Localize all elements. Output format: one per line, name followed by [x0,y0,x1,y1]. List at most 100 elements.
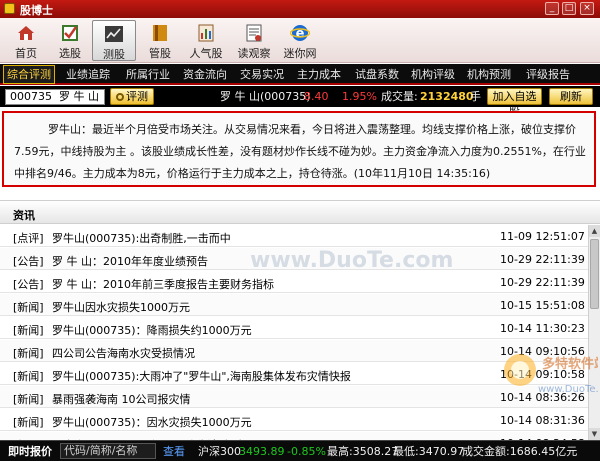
index-change: -0.85% [287,445,326,458]
news-title-link[interactable]: 罗牛山(000735):出奇制胜,一击而中 [52,230,231,246]
turnover-amount: 成交金额:1686.45亿元 [462,445,578,458]
news-title-link[interactable]: 罗 牛 山：2010年前三季度报告主要财务指标 [52,276,274,292]
news-title-link[interactable]: 罗牛山(000735)：因水灾损失1000万元 [52,414,252,430]
stock-name-code: 罗 牛 山(000735) [220,90,311,103]
maximize-button[interactable]: □ [562,2,576,15]
news-date: 10-14 08:36:26 [500,391,585,404]
news-date: 10-14 11:30:23 [500,322,585,335]
toolbar-item-popular-stock[interactable]: 人气股 [184,20,228,61]
tab-rating-report[interactable]: 评级报告 [526,67,570,83]
index-low: 最低:3470.97 [393,445,465,458]
magnifier-icon [116,93,124,101]
window-title: 股博士 [20,4,53,17]
news-type: [新闻] [13,347,44,360]
evaluate-button[interactable]: 评测 [110,88,154,105]
chart-line-icon [104,24,124,44]
news-type: [新闻] [13,301,44,314]
news-date: 11-09 12:51:07 [500,230,585,243]
news-type: [新闻] [13,393,44,406]
tab-institution-rating[interactable]: 机构评级 [411,67,455,83]
toolbar-item-test-stock[interactable]: 测股 [92,20,136,61]
quote-bar: 000735 罗 牛 山 评测 罗 牛 山(000735) 8.40 1.95%… [0,86,600,118]
tab-institution-forecast[interactable]: 机构预测 [467,67,511,83]
tab-performance-tracking[interactable]: 业绩追踪 [66,67,110,83]
news-row[interactable]: [新闻] 罗牛山(000735)：降雨损失约1000万元 10-14 11:30:2… [0,317,588,339]
news-row[interactable]: [公告] 罗 牛 山：2010年年度业绩预告 10-29 22:11:39 [0,248,588,270]
news-section-title: 资讯 [13,209,35,222]
stock-code-input[interactable]: 000735 罗 牛 山 [5,89,105,105]
document-icon [244,23,264,43]
index-name: 沪深300 [198,445,241,458]
volume-label: 成交量: [381,90,418,103]
news-date: 10-14 09:10:58 [500,368,585,381]
summary-text: 罗牛山：最近半个月倍受市场关注。从交易情况来看，今日将进入震荡整理。均线支撑价格… [14,123,586,180]
evaluation-summary: 罗牛山：最近半个月倍受市场关注。从交易情况来看，今日将进入震荡整理。均线支撑价格… [2,111,596,187]
news-title-link[interactable]: 罗牛山(000735):大雨冲了"罗牛山",海南股集体发布灾情快报 [52,368,351,384]
tab-comprehensive-eval[interactable]: 综合评测 [3,65,55,84]
news-date: 10-14 08:31:36 [500,414,585,427]
news-scrollbar[interactable]: ▲ ▼ [588,225,600,440]
scroll-up-icon[interactable]: ▲ [589,225,600,237]
tab-fund-flow[interactable]: 资金流向 [183,67,227,83]
news-title-link[interactable]: 四公司公告海南水灾受损情况 [52,345,195,361]
news-date: 10-29 22:11:39 [500,276,585,289]
news-title-link[interactable]: 罗牛山因水灾损失1000万元 [52,299,190,315]
news-type: [新闻] [13,416,44,429]
tab-trading-live[interactable]: 交易实况 [240,67,284,83]
news-row[interactable]: [新闻] 罗牛山因水灾损失1000万元 10-15 15:51:08 [0,294,588,316]
ie-icon: e [289,23,311,43]
news-date: 10-29 22:11:39 [500,253,585,266]
briefcase-icon [150,23,170,43]
status-bar: 即时报价 代码/简称/名称 查看 沪深300 3493.89 -0.85% 最高… [0,440,600,461]
toolbar-item-manage-stock[interactable]: 管股 [138,20,182,61]
news-row[interactable]: [新闻] 罗牛山(000735):大雨冲了"罗牛山",海南股集体发布灾情快报 10-… [0,363,588,385]
news-title-link[interactable]: 暴雨强袭海南 10公司报灾情 [52,391,191,407]
news-list: [点评] 罗牛山(000735):出奇制胜,一击而中 11-09 12:51:07[… [0,225,588,440]
tab-main-cost[interactable]: 主力成本 [297,67,341,83]
home-icon [16,23,36,43]
news-type: [公告] [13,255,44,268]
news-type: [公告] [13,278,44,291]
scroll-thumb[interactable] [590,239,599,309]
tab-trial-coefficient[interactable]: 试盘系数 [355,67,399,83]
minimize-button[interactable]: _ [545,2,559,15]
toolbar-item-select-stock[interactable]: 选股 [48,20,92,61]
app-logo-icon [4,3,15,14]
toolbar-item-read-observe[interactable]: 读观察 [232,20,276,61]
news-row[interactable]: [新闻] 罗牛山(000735)：因水灾损失1000万元 10-14 08:31:3… [0,409,588,431]
news-type: [新闻] [13,370,44,383]
news-title-link[interactable]: 罗牛山(000735)：降雨损失约1000万元 [52,322,252,338]
news-header: 资讯 [0,200,600,224]
stock-price: 8.40 [304,90,329,103]
instant-quote-label: 即时报价 [8,445,52,458]
news-row[interactable]: [新闻] 四公司公告海南水灾受损情况 10-14 09:10:56 [0,340,588,362]
news-type: [点评] [13,232,44,245]
toolbar-item-home[interactable]: 首页 [4,20,48,61]
main-toolbar: 首页 选股 测股 管股 人气股 读观察 e 迷你网 [0,18,600,63]
news-type: [新闻] [13,324,44,337]
title-bar: 股博士 _ □ × [0,0,600,18]
news-title-link[interactable]: 罗 牛 山：2010年年度业绩预告 [52,253,208,269]
news-date: 10-14 09:10:56 [500,345,585,358]
refresh-button[interactable]: 刷新 [549,88,593,105]
volume-value: 2132480 [420,90,474,103]
index-high: 最高:3508.27 [327,445,399,458]
add-to-watchlist-button[interactable]: 加入自选股 [487,88,542,118]
stock-change: 1.95% [342,90,377,103]
view-link[interactable]: 查看 [163,445,185,458]
function-tab-bar: 综合评测 业绩追踪 所属行业 资金流向 交易实况 主力成本 试盘系数 机构评级 … [0,64,600,85]
index-value: 3493.89 [239,445,285,458]
checkbox-icon [60,23,80,43]
volume-unit: 手 [470,90,481,103]
quick-search-input[interactable]: 代码/简称/名称 [60,443,156,459]
tab-industry[interactable]: 所属行业 [126,67,170,83]
close-button[interactable]: × [580,2,594,15]
bar-chart-icon [196,23,216,43]
news-row[interactable]: [公告] 罗 牛 山：2010年前三季度报告主要财务指标 10-29 22:11:3… [0,271,588,293]
news-row[interactable]: [新闻]罗牛山(000735)：逾2200头生猪"打水漂"10-14 08:24… [0,432,588,440]
news-row[interactable]: [点评] 罗牛山(000735):出奇制胜,一击而中 11-09 12:51:07 [0,225,588,247]
news-date: 10-15 15:51:08 [500,299,585,312]
news-row[interactable]: [新闻] 暴雨强袭海南 10公司报灾情 10-14 08:36:26 [0,386,588,408]
toolbar-item-mini-web[interactable]: e 迷你网 [278,20,322,61]
scroll-down-icon[interactable]: ▼ [589,428,600,440]
